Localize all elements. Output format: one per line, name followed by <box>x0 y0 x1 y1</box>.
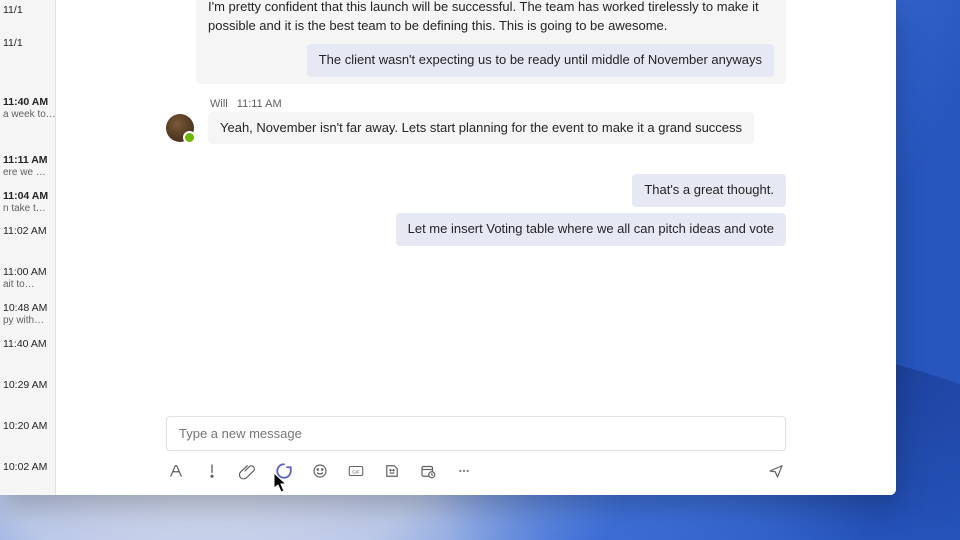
format-icon[interactable] <box>166 461 186 481</box>
time-label: 11:04 AM <box>3 190 52 203</box>
sticker-icon[interactable] <box>382 461 402 481</box>
chat-list-item[interactable]: 11/1 <box>0 33 55 56</box>
chat-main: I'm pretty confident that this launch wi… <box>56 0 896 495</box>
gif-icon[interactable]: GIF <box>346 461 366 481</box>
preview-label: n take t… <box>3 203 52 216</box>
message-text: I'm pretty confident that this launch wi… <box>208 0 774 36</box>
chat-list-item[interactable]: 10:29 AM <box>0 375 55 398</box>
message-outgoing[interactable]: That's a great thought. <box>166 174 786 207</box>
svg-text:GIF: GIF <box>352 469 360 474</box>
sender-time: 11:11 AM <box>237 98 282 110</box>
priority-icon[interactable] <box>202 461 222 481</box>
chat-list-item[interactable]: 11:40 AM <box>0 334 55 357</box>
preview-label: ere we … <box>3 167 52 180</box>
time-label: 10:20 AM <box>3 420 52 433</box>
message-input[interactable] <box>166 416 786 451</box>
attach-icon[interactable] <box>238 461 258 481</box>
message-text: Yeah, November isn't far away. Lets star… <box>208 112 754 145</box>
chat-list-item[interactable]: 11:40 AM a week to… <box>0 92 55 128</box>
time-label: 11/1 <box>3 37 52 50</box>
compose-area: GIF <box>56 416 896 495</box>
more-icon[interactable] <box>454 461 474 481</box>
chat-list-item[interactable]: 11:00 AM ait to… <box>0 262 55 298</box>
sender-name: Will <box>210 98 228 110</box>
chat-list-item[interactable]: 10:20 AM <box>0 416 55 439</box>
time-label: 10:48 AM <box>3 302 52 315</box>
chat-list-item[interactable]: 11:04 AM n take t… <box>0 186 55 222</box>
time-label: 11:11 AM <box>3 154 52 167</box>
emoji-icon[interactable] <box>310 461 330 481</box>
loop-component-icon[interactable] <box>274 461 294 481</box>
compose-toolbar: GIF <box>166 461 786 481</box>
chat-list[interactable]: 11/1 11/1 11:40 AM a week to… 11:11 AM e… <box>0 0 56 495</box>
teams-chat-window: 11/1 11/1 11:40 AM a week to… 11:11 AM e… <box>0 0 896 495</box>
preview-label: ait to… <box>3 279 52 292</box>
message-text: Let me insert Voting table where we all … <box>396 213 786 246</box>
message-outgoing[interactable]: Let me insert Voting table where we all … <box>166 213 786 246</box>
chat-list-item[interactable]: 11/1 <box>0 0 55 23</box>
chat-list-item[interactable]: 11:02 AM <box>0 221 55 244</box>
preview-label: a week to… <box>3 109 52 122</box>
time-label: 11/1 <box>3 4 52 17</box>
chat-list-item[interactable]: 10:02 AM <box>0 457 55 480</box>
message-text: The client wasn't expecting us to be rea… <box>307 44 774 77</box>
message-incoming[interactable]: I'm pretty confident that this launch wi… <box>166 0 786 84</box>
time-label: 11:40 AM <box>3 338 52 351</box>
time-label: 10:02 AM <box>3 461 52 474</box>
schedule-send-icon[interactable] <box>418 461 438 481</box>
chat-list-item[interactable]: 10:48 AM py with… <box>0 298 55 334</box>
message-incoming[interactable]: Yeah, November isn't far away. Lets star… <box>166 112 786 145</box>
send-icon[interactable] <box>766 461 786 481</box>
chat-list-item[interactable]: 11:11 AM ere we … <box>0 150 55 186</box>
time-label: 10:29 AM <box>3 379 52 392</box>
avatar[interactable] <box>166 114 194 142</box>
preview-label: py with… <box>3 315 52 328</box>
message-text: That's a great thought. <box>632 174 786 207</box>
time-label: 11:02 AM <box>3 225 52 238</box>
time-label: 11:40 AM <box>3 96 52 109</box>
time-label: 11:00 AM <box>3 266 52 279</box>
sender-meta: Will 11:11 AM <box>210 98 786 110</box>
messages-pane[interactable]: I'm pretty confident that this launch wi… <box>56 0 896 416</box>
